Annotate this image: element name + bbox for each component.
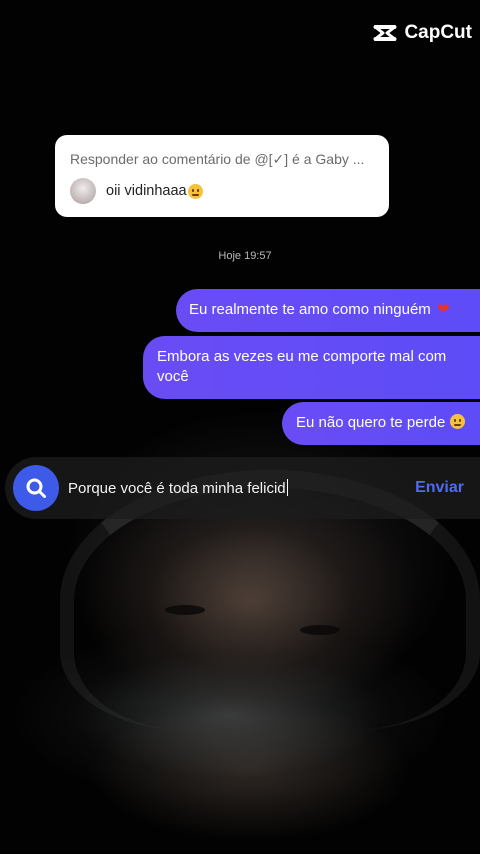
smiling-face-with-tear-emoji-icon [187,183,203,199]
search-button[interactable] [13,465,59,511]
screen: CapCut Responder ao comentário de @[✓] é… [0,0,480,854]
photo-eye-shape [300,625,340,635]
brand-name: CapCut [404,22,472,43]
photo-eye-shape [165,605,205,615]
text-cursor [286,479,288,496]
message-composer: Porque você é toda minha felicid Enviar [5,457,480,519]
heart-emoji-icon: ❤ [436,301,450,318]
reply-comment: oii vidinhaaa [70,178,375,204]
message-text: Embora as vezes eu me comporte mal com v… [157,348,447,385]
reply-comment-text: oii vidinhaaa [106,183,187,199]
message-text: Eu realmente te amo como ninguém [189,301,431,318]
search-icon [26,478,46,498]
message-timestamp: Hoje 19:57 [218,250,272,262]
reply-title: Responder ao comentário de @[✓] é a Gaby… [70,151,365,167]
message-bubble[interactable]: Embora as vezes eu me comporte mal com v… [143,336,480,399]
message-input[interactable]: Porque você é toda minha felicid [68,479,405,497]
capcut-watermark: CapCut [372,22,472,44]
reply-card[interactable]: Responder ao comentário de @[✓] é a Gaby… [55,135,389,217]
message-bubble[interactable]: Eu realmente te amo como ninguém ❤ [176,289,480,332]
avatar [70,178,96,204]
message-input-value: Porque você é toda minha felicid [68,480,286,497]
pleading-face-emoji-icon [450,414,466,429]
message-text: Eu não quero te perde [296,414,446,431]
message-bubble[interactable]: Eu não quero te perde [282,402,480,445]
send-button[interactable]: Enviar [415,479,464,497]
capcut-logo-icon [372,23,398,43]
